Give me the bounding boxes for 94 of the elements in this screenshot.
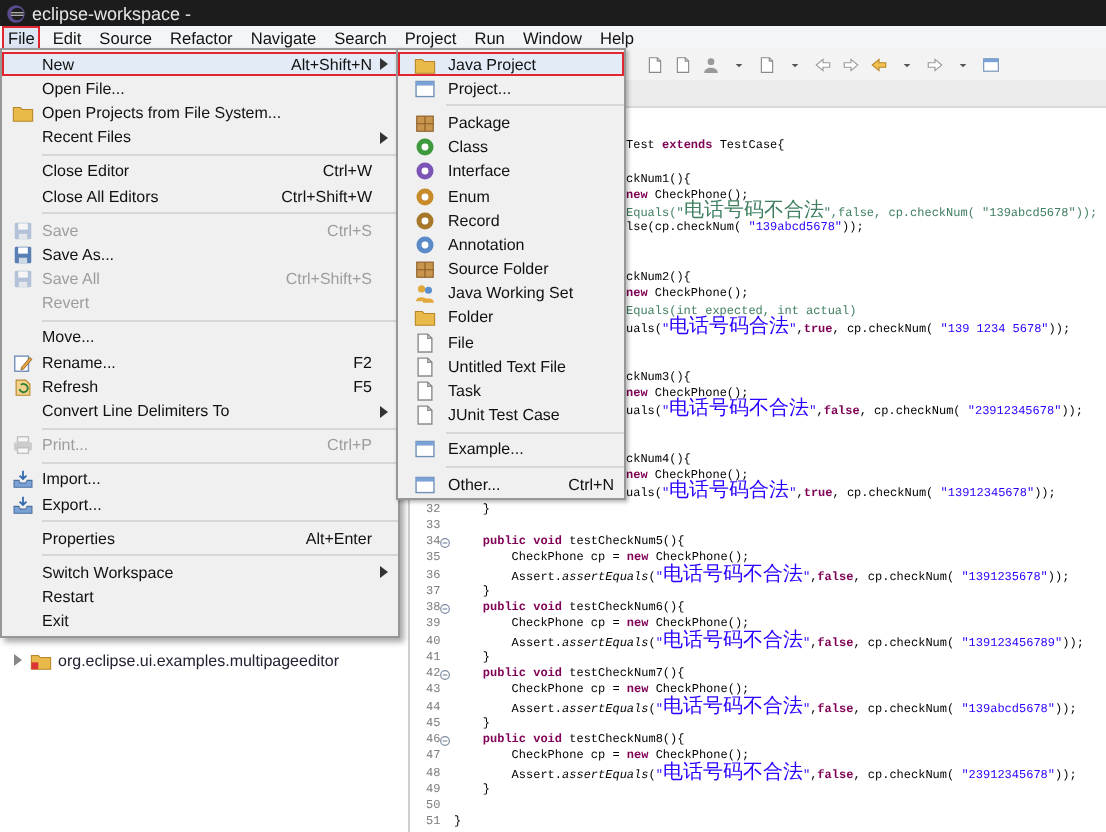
menu-item[interactable]: Project... — [398, 76, 624, 101]
tray-icon — [12, 468, 34, 491]
edit-icon — [12, 351, 34, 374]
menu-item[interactable]: Refresh F5 — [2, 374, 398, 399]
document-icon[interactable] — [758, 55, 776, 73]
project-icon — [30, 649, 52, 671]
menu-item[interactable]: Untitled Text File — [398, 354, 624, 379]
shortcut-label: Ctrl+Shift+S — [285, 270, 374, 289]
menu-title[interactable]: Run — [468, 25, 511, 49]
document-icon — [413, 404, 435, 427]
menu-item[interactable]: Annotation — [398, 232, 624, 257]
circle-icon — [413, 160, 435, 183]
collapse-icon[interactable] — [440, 735, 451, 746]
menu-item[interactable]: Example... — [398, 437, 624, 462]
menu-item[interactable]: Import... — [2, 467, 398, 492]
menu-item[interactable]: Save As... — [2, 242, 398, 267]
document-icon[interactable] — [646, 55, 664, 73]
tree-item[interactable]: org.eclipse.ui.examples.multipageeditor — [58, 651, 340, 669]
folder-icon — [413, 53, 435, 76]
person-icon[interactable] — [702, 55, 720, 73]
circle-icon — [413, 233, 435, 256]
collapse-icon[interactable] — [440, 603, 451, 614]
menu-item[interactable]: Restart — [2, 585, 398, 610]
document-icon — [413, 331, 435, 354]
menu-item[interactable]: Move... — [2, 325, 398, 351]
menu-item[interactable]: Export... — [2, 492, 398, 517]
menu-item[interactable]: Rename... F2 — [2, 350, 398, 375]
menu-title[interactable]: Refactor — [163, 25, 239, 49]
menu-title[interactable]: Window — [516, 25, 588, 49]
window-icon — [413, 77, 435, 100]
menu-item[interactable]: Open Projects from File System... — [2, 100, 398, 126]
document-icon — [413, 380, 435, 403]
menu-title[interactable]: Help — [593, 25, 641, 49]
menu-item[interactable]: Recent Files — [2, 125, 398, 150]
menu-title[interactable]: Navigate — [244, 25, 323, 49]
window-icon — [413, 473, 435, 496]
menu-title[interactable]: Edit — [46, 25, 88, 49]
shortcut-label: Ctrl+S — [327, 221, 374, 240]
back-arrow-icon[interactable] — [870, 55, 888, 73]
menu-item[interactable]: Open File... — [2, 76, 398, 101]
circle-icon — [413, 136, 435, 159]
shortcut-label: Ctrl+Shift+W — [281, 187, 374, 206]
shortcut-label: F2 — [353, 353, 374, 372]
menu-item[interactable]: Java Working Set — [398, 281, 624, 306]
menu-item[interactable]: Switch Workspace — [2, 560, 398, 586]
back-arrow-icon[interactable] — [814, 55, 832, 73]
shortcut-label: F5 — [353, 377, 374, 396]
folder-icon — [413, 306, 435, 329]
menu-item[interactable]: Source Folder — [398, 257, 624, 282]
package-icon — [413, 111, 435, 134]
expand-arrow-icon[interactable] — [12, 654, 24, 666]
package-icon — [413, 258, 435, 281]
menu-title[interactable]: File — [2, 25, 41, 49]
window-title: eclipse-workspace - — [32, 3, 192, 23]
printer-icon — [12, 434, 34, 457]
people-icon — [413, 282, 435, 305]
tray-icon — [12, 493, 34, 516]
collapse-icon[interactable] — [440, 537, 451, 548]
forward-arrow-icon[interactable] — [842, 55, 860, 73]
folder-icon — [12, 101, 34, 124]
shortcut-label: Ctrl+P — [327, 436, 374, 455]
collapse-icon[interactable] — [440, 669, 451, 680]
circle-icon — [413, 209, 435, 232]
menu-item[interactable]: Exit — [2, 609, 398, 634]
menu-item[interactable]: Java Project — [398, 52, 624, 77]
menu-item[interactable]: Properties Alt+Enter — [2, 526, 398, 551]
menu-item[interactable]: Package — [398, 110, 624, 136]
menu-item[interactable]: Interface — [398, 159, 624, 184]
shortcut-label: Alt+Enter — [305, 529, 374, 548]
shortcut-label: Ctrl+N — [568, 475, 616, 494]
window-icon — [413, 438, 435, 461]
forward-arrow-icon[interactable] — [926, 55, 944, 73]
menu-title[interactable]: Search — [328, 25, 393, 49]
menu-title[interactable]: Source — [93, 25, 158, 49]
circle-icon — [413, 185, 435, 208]
menu-item[interactable]: Close Editor Ctrl+W — [2, 159, 398, 184]
document-icon — [413, 355, 435, 378]
menu-item[interactable]: Task — [398, 378, 624, 404]
menu-item[interactable]: Close All Editors Ctrl+Shift+W — [2, 183, 398, 209]
menu-item[interactable]: Record — [398, 208, 624, 233]
menu-item[interactable]: Folder — [398, 305, 624, 331]
menu-item[interactable]: Class — [398, 135, 624, 160]
shortcut-label: Ctrl+W — [322, 162, 374, 181]
menu-item[interactable]: File — [398, 330, 624, 355]
menu-item[interactable]: New Alt+Shift+N — [2, 52, 398, 77]
shortcut-label: Alt+Shift+N — [291, 55, 374, 74]
menu-item[interactable]: JUnit Test Case — [398, 403, 624, 428]
window-icon[interactable] — [982, 55, 1000, 73]
document-icon[interactable] — [674, 55, 692, 73]
menu-title[interactable]: Project — [398, 25, 463, 49]
menu-item[interactable]: Enum — [398, 183, 624, 209]
menu-item[interactable]: Convert Line Delimiters To — [2, 398, 398, 424]
refresh-icon — [12, 375, 34, 398]
menu-item[interactable]: Other... Ctrl+N — [398, 472, 624, 497]
